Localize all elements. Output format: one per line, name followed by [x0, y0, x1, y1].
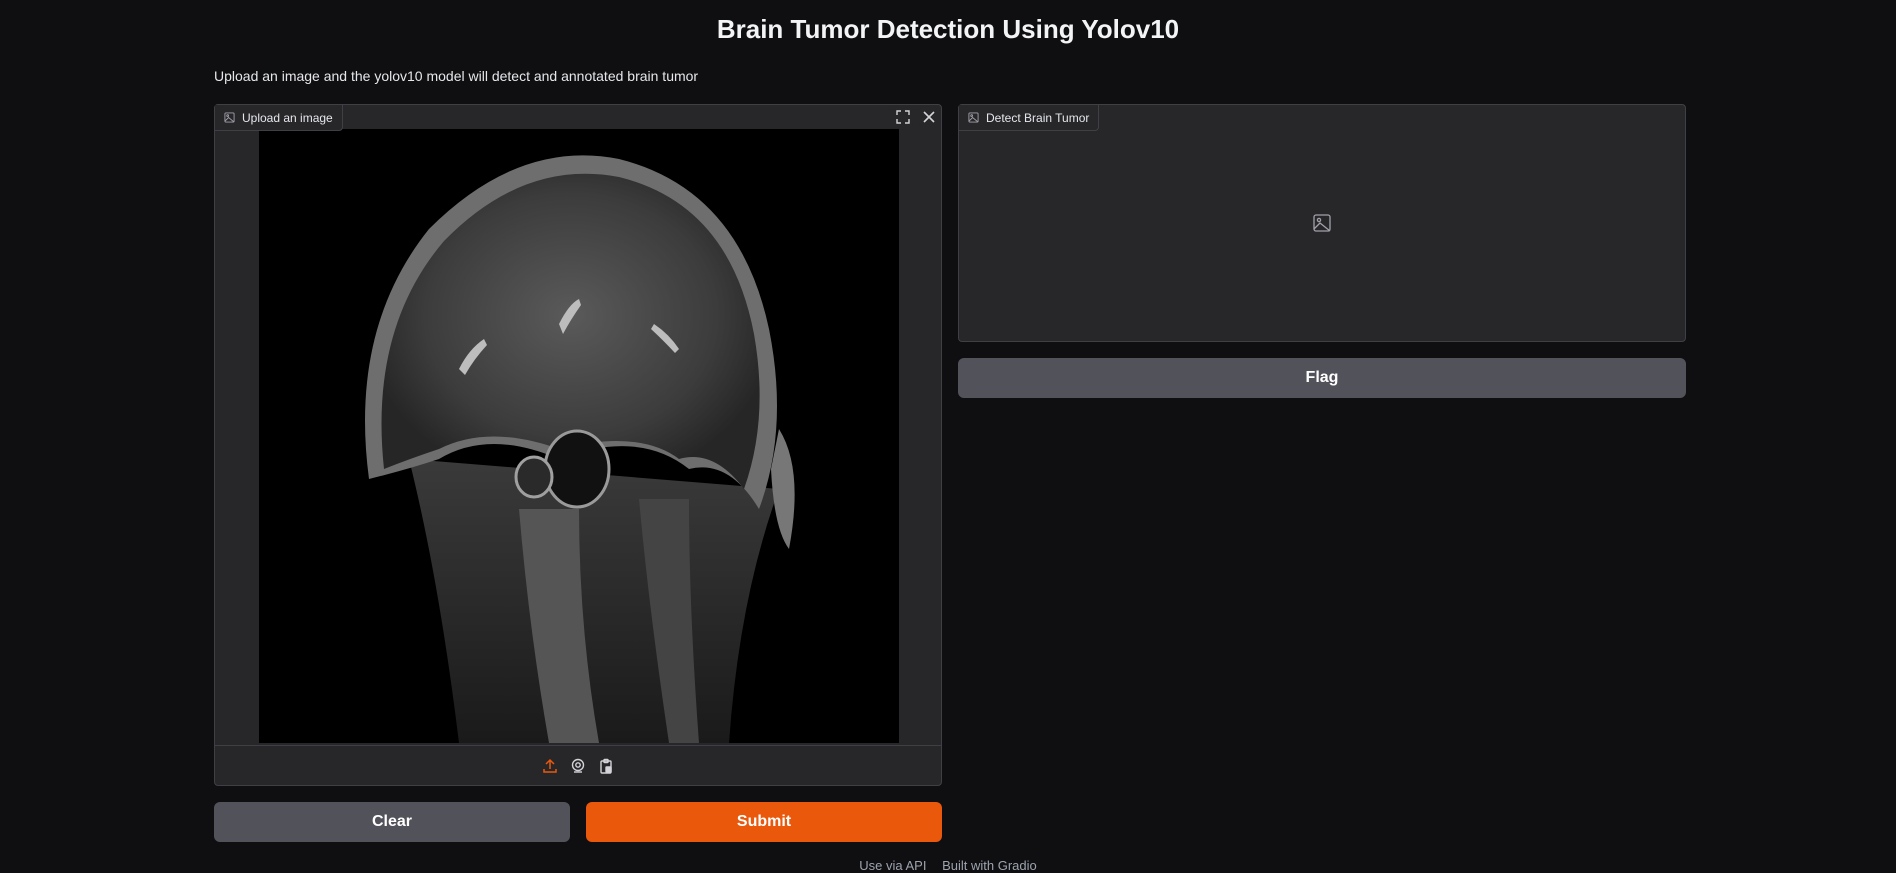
detect-output-label-text: Detect Brain Tumor [986, 110, 1090, 125]
image-source-bar [215, 745, 941, 785]
submit-button[interactable]: Submit [586, 802, 942, 842]
page-title: Brain Tumor Detection Using Yolov10 [716, 14, 1180, 44]
uploaded-mri-image [259, 129, 899, 743]
clear-button[interactable]: Clear [214, 802, 570, 842]
detect-output-panel: Detect Brain Tumor [958, 104, 1686, 342]
upload-image-panel: Upload an image [214, 104, 942, 786]
image-placeholder-icon [1313, 214, 1331, 232]
flag-button[interactable]: Flag [958, 358, 1686, 398]
image-icon [968, 112, 979, 123]
upload-icon [543, 758, 557, 773]
upload-image-label-text: Upload an image [242, 110, 333, 125]
upload-source-button[interactable] [541, 757, 559, 775]
clipboard-source-button[interactable] [597, 757, 615, 775]
detect-output-label: Detect Brain Tumor [959, 105, 1100, 131]
page-description: Upload an image and the yolov10 model wi… [214, 68, 699, 84]
webcam-icon [571, 758, 585, 773]
webcam-source-button[interactable] [569, 757, 587, 775]
upload-image-label: Upload an image [215, 105, 343, 131]
fullscreen-icon [896, 110, 910, 124]
clipboard-icon [600, 758, 612, 774]
image-icon [224, 112, 235, 123]
clear-image-button[interactable] [919, 107, 939, 127]
close-icon [923, 111, 935, 123]
fullscreen-button[interactable] [893, 107, 913, 127]
